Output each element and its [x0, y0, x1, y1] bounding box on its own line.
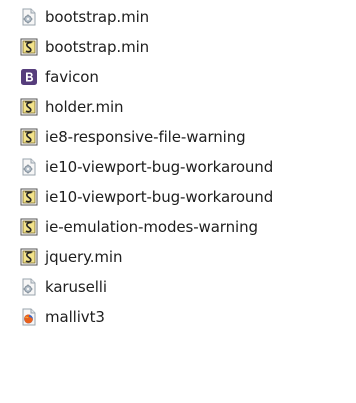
firefox-html-icon	[20, 308, 38, 326]
script-file-icon	[20, 128, 38, 146]
file-item-3[interactable]: holder.min	[0, 92, 356, 122]
file-item-7[interactable]: ie-emulation-modes-warning	[0, 212, 356, 242]
file-item-2[interactable]: favicon	[0, 62, 356, 92]
file-name: ie10-viewport-bug-workaround	[45, 188, 274, 206]
file-item-8[interactable]: jquery.min	[0, 242, 356, 272]
file-name: ie-emulation-modes-warning	[45, 218, 258, 236]
script-file-icon	[20, 218, 38, 236]
file-item-9[interactable]: karuselli	[0, 272, 356, 302]
script-file-icon	[20, 248, 38, 266]
file-item-10[interactable]: mallivt3	[0, 302, 356, 332]
file-list: bootstrap.min bootstrap.min favicon hold…	[0, 0, 356, 403]
bootstrap-logo-icon	[20, 68, 38, 86]
file-item-0[interactable]: bootstrap.min	[0, 2, 356, 32]
file-item-6[interactable]: ie10-viewport-bug-workaround	[0, 182, 356, 212]
script-file-icon	[20, 38, 38, 56]
gear-file-icon	[20, 158, 38, 176]
file-name: holder.min	[45, 98, 124, 116]
script-file-icon	[20, 188, 38, 206]
file-name: bootstrap.min	[45, 38, 150, 56]
file-name: ie10-viewport-bug-workaround	[45, 158, 274, 176]
file-name: karuselli	[45, 278, 107, 296]
file-item-4[interactable]: ie8-responsive-file-warning	[0, 122, 356, 152]
file-name: favicon	[45, 68, 99, 86]
file-name: mallivt3	[45, 308, 105, 326]
script-file-icon	[20, 98, 38, 116]
file-name: jquery.min	[45, 248, 123, 266]
file-name: ie8-responsive-file-warning	[45, 128, 246, 146]
file-item-1[interactable]: bootstrap.min	[0, 32, 356, 62]
gear-file-icon	[20, 278, 38, 296]
gear-file-icon	[20, 8, 38, 26]
file-item-5[interactable]: ie10-viewport-bug-workaround	[0, 152, 356, 182]
file-name: bootstrap.min	[45, 8, 150, 26]
